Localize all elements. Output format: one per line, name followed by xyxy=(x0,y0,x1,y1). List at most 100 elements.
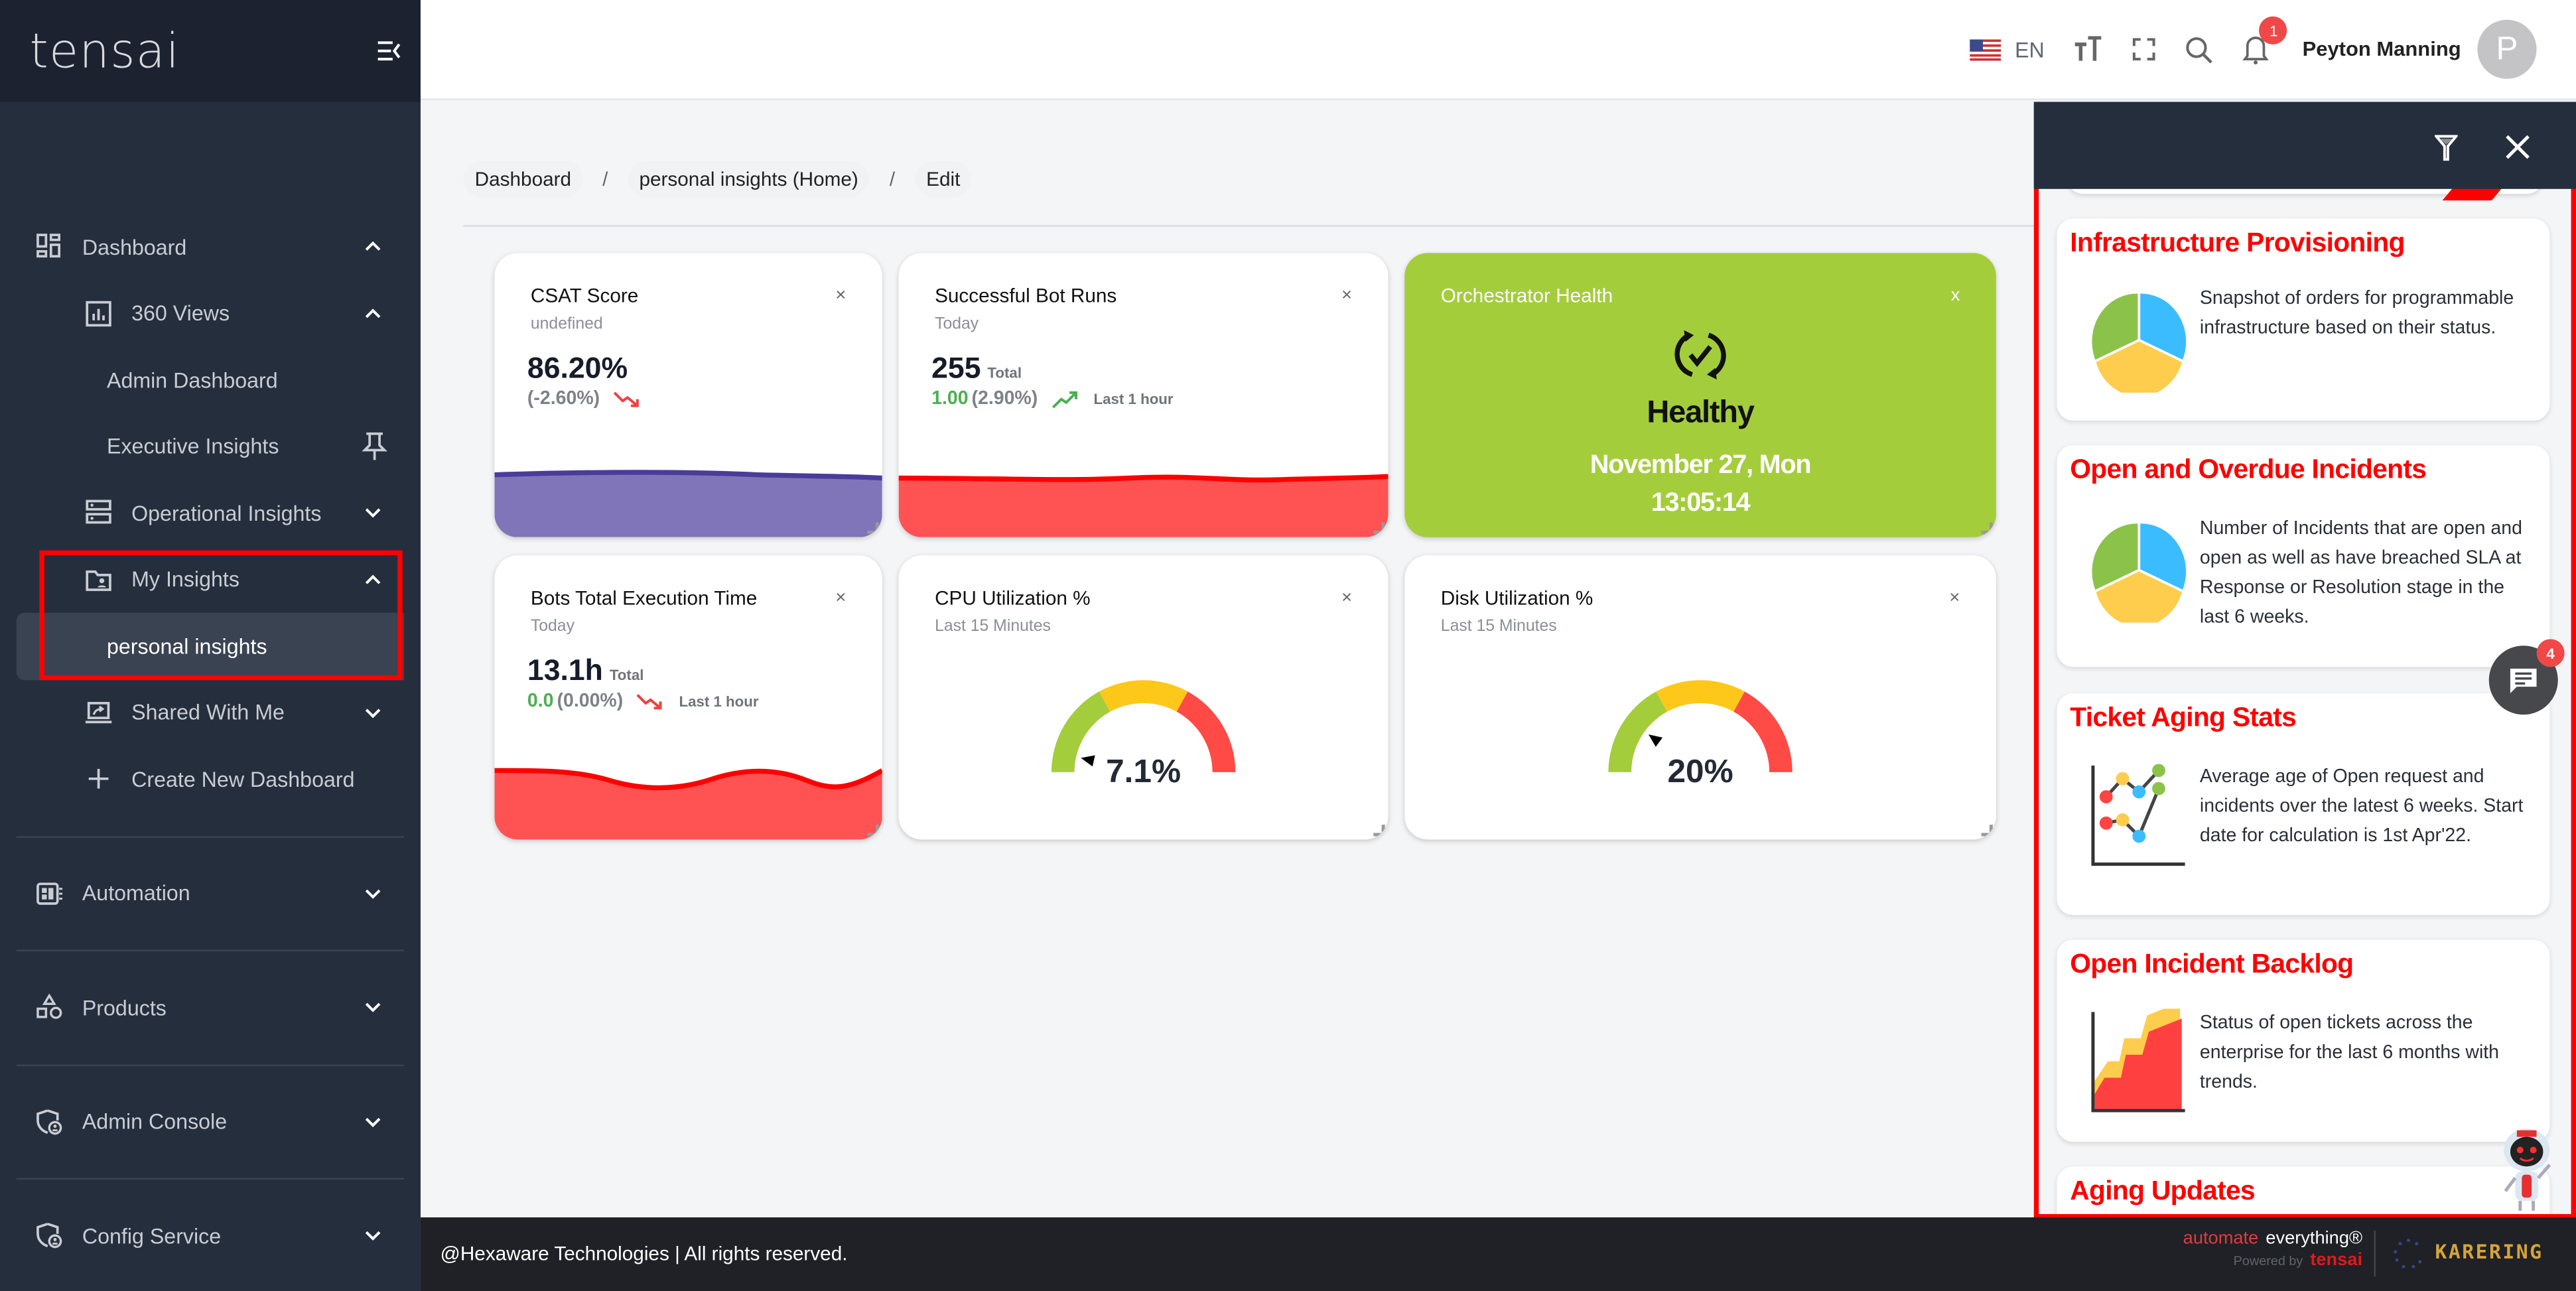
card-title: Open and Overdue Incidents xyxy=(2070,454,2427,485)
footer-copyright: @Hexaware Technologies | All rights rese… xyxy=(440,1242,848,1265)
sidebar-item-executive-insights[interactable]: Executive Insights xyxy=(0,413,421,480)
app-root: tensai Dashboard 360 Views Admin Dashboa… xyxy=(0,0,2576,1291)
partner-logo: KARERING xyxy=(2435,1240,2543,1264)
exec-time-sparkline xyxy=(494,768,882,840)
sidebar-item-operational-insights[interactable]: Operational Insights xyxy=(0,480,421,546)
close-widget-button[interactable]: x xyxy=(1951,286,1960,306)
gauge-band-low xyxy=(1051,691,1111,772)
csat-sparkline xyxy=(494,470,882,537)
sidebar-item-admin-dashboard[interactable]: Admin Dashboard xyxy=(0,347,421,413)
sidebar-item-automation[interactable]: Automation xyxy=(0,860,421,926)
resize-handle[interactable] xyxy=(1373,825,1385,837)
sidebar-item-products[interactable]: Products xyxy=(0,975,421,1041)
trend-down-icon xyxy=(637,694,663,710)
sidebar-item-label: My Insights xyxy=(131,567,239,592)
widget-csat-score[interactable]: CSAT Score undefined × 86.20% (-2.60%) xyxy=(494,253,882,537)
chat-badge: 4 xyxy=(2536,639,2565,667)
panel-card-infrastructure-provisioning[interactable]: Infrastructure Provisioning Snapshot of … xyxy=(2057,218,2550,421)
sidebar-brand: tensai xyxy=(0,0,421,102)
close-panel-icon[interactable] xyxy=(2506,135,2530,159)
gauge-band-low xyxy=(1608,691,1667,772)
panel-card-aging-updates[interactable]: Aging Updates xyxy=(2057,1166,2550,1219)
breadcrumb-personal-insights[interactable]: personal insights (Home) xyxy=(628,161,870,198)
widget-disk-utilization[interactable]: Disk Utilization % Last 15 Minutes × 20% xyxy=(1404,555,1996,840)
pin-icon[interactable] xyxy=(362,432,388,462)
resize-handle[interactable] xyxy=(867,522,879,534)
close-widget-button[interactable]: × xyxy=(1949,588,1960,608)
breadcrumb-dashboard[interactable]: Dashboard xyxy=(463,161,583,198)
breadcrumb-separator: / xyxy=(602,167,608,191)
sidebar-item-config-service[interactable]: Config Service xyxy=(0,1203,421,1269)
sidebar-item-dashboard[interactable]: Dashboard xyxy=(0,214,421,280)
chat-button[interactable]: 4 xyxy=(2488,639,2565,715)
fullscreen-icon[interactable] xyxy=(2134,38,2157,61)
sidebar-item-label: Create New Dashboard xyxy=(131,766,355,792)
widget-orchestrator-health[interactable]: Orchestrator Health x Healthy November 2… xyxy=(1404,253,1996,537)
language-label: EN xyxy=(2015,36,2045,62)
avatar[interactable]: P xyxy=(2477,19,2537,79)
breadcrumb-separator: / xyxy=(889,167,896,191)
health-status: Healthy xyxy=(1647,395,1755,431)
assistant-bot-icon[interactable] xyxy=(2494,1124,2559,1216)
widget-value: 255 Total xyxy=(931,352,1022,386)
value-unit: Total xyxy=(987,364,1022,381)
pie-chart-icon xyxy=(2089,521,2189,623)
sidebar-item-label: Automation xyxy=(82,880,190,906)
widget-subtitle: Last 15 Minutes xyxy=(935,618,1051,636)
search-icon[interactable] xyxy=(2186,35,2214,63)
sidebar-divider xyxy=(16,835,405,837)
widget-bots-execution-time[interactable]: Bots Total Execution Time Today × 13.1h T… xyxy=(494,555,882,840)
close-widget-button[interactable]: × xyxy=(1341,588,1352,608)
health-time: 13:05:14 xyxy=(1651,489,1751,518)
powered-by-brand: tensai xyxy=(2310,1250,2363,1270)
tagline-automate: automate xyxy=(2183,1229,2259,1249)
notifications-button[interactable]: 1 xyxy=(2243,16,2288,66)
widget-successful-bot-runs[interactable]: Successful Bot Runs Today × 255 Total 1.0… xyxy=(898,253,1389,537)
user-name[interactable]: Peyton Manning xyxy=(2303,38,2461,61)
sidebar: tensai Dashboard 360 Views Admin Dashboa… xyxy=(0,0,421,1291)
sidebar-item-label: Executive Insights xyxy=(106,434,279,459)
widget-title: CPU Utilization % xyxy=(935,586,1091,610)
close-widget-button[interactable]: × xyxy=(835,588,846,608)
widget-subtitle: undefined xyxy=(530,315,603,334)
sidebar-item-label: Config Service xyxy=(82,1223,222,1249)
language-selector[interactable]: EN xyxy=(1970,37,2045,62)
gauge-band-mid xyxy=(1656,680,1745,712)
panel-card-open-overdue-incidents[interactable]: Open and Overdue Incidents Number of Inc… xyxy=(2057,445,2550,667)
filter-icon[interactable] xyxy=(2435,135,2458,161)
resize-handle[interactable] xyxy=(1981,522,1993,534)
panel-card-open-incident-backlog[interactable]: Open Incident Backlog Status of open tic… xyxy=(2057,939,2550,1142)
widget-title: Successful Bot Runs xyxy=(935,284,1117,308)
sidebar-item-360-views[interactable]: 360 Views xyxy=(0,280,421,346)
resize-handle[interactable] xyxy=(867,825,879,837)
value-number: 255 xyxy=(931,351,981,385)
resize-handle[interactable] xyxy=(1373,522,1385,534)
server-icon xyxy=(86,500,111,524)
close-widget-button[interactable]: × xyxy=(835,286,846,306)
font-size-icon[interactable] xyxy=(2074,36,2104,62)
delta-percent: (-2.60%) xyxy=(527,389,600,409)
sidebar-item-shared-with-me[interactable]: Shared With Me xyxy=(0,679,421,746)
delta-value: 0.0 xyxy=(527,691,554,712)
panel-card-ticket-aging-stats[interactable]: Ticket Aging Stats Average age of Open r… xyxy=(2057,693,2550,916)
chevron-up-icon xyxy=(365,241,381,251)
resize-handle[interactable] xyxy=(1981,825,1993,837)
widget-cpu-utilization[interactable]: CPU Utilization % Last 15 Minutes × 7.1% xyxy=(898,555,1389,840)
widget-title: CSAT Score xyxy=(530,284,639,308)
breadcrumb-edit: Edit xyxy=(914,161,972,198)
widget-subtitle: Last 15 Minutes xyxy=(1440,618,1557,636)
collapse-sidebar-icon[interactable] xyxy=(377,41,401,61)
shield-user-icon xyxy=(36,1109,62,1134)
widget-title: Disk Utilization % xyxy=(1440,586,1593,610)
folder-user-icon xyxy=(86,570,111,591)
sidebar-item-admin-console[interactable]: Admin Console xyxy=(0,1089,421,1155)
widget-value: 13.1h Total xyxy=(527,654,644,689)
cpu-gauge: 7.1% xyxy=(1051,680,1236,789)
card-description: Snapshot of orders for programmable infr… xyxy=(2199,289,2514,339)
sidebar-item-create-new-dashboard[interactable]: Create New Dashboard xyxy=(0,746,421,812)
sidebar-item-my-insights[interactable]: My Insights xyxy=(0,546,421,612)
sidebar-item-personal-insights[interactable]: personal insights xyxy=(16,612,405,679)
card-description: Status of open tickets across the enterp… xyxy=(2199,1013,2500,1093)
us-flag-icon xyxy=(1970,38,2002,60)
close-widget-button[interactable]: × xyxy=(1341,286,1352,306)
